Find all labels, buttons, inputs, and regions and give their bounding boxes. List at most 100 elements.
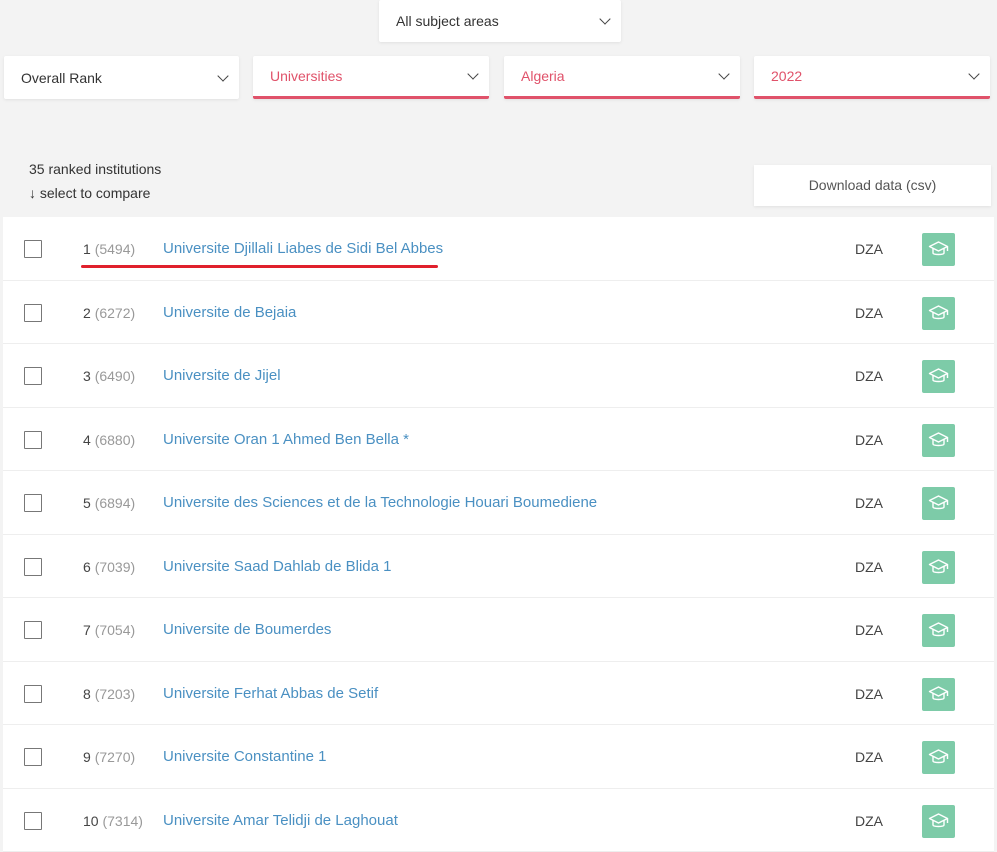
chevron-down-icon [599,13,610,24]
institution-link[interactable]: Universite Djillali Liabes de Sidi Bel A… [163,240,443,257]
world-rank: (7039) [95,559,135,575]
ranking-table: 1 (5494) Universite Djillali Liabes de Si… [3,217,994,852]
rank-number: 2 (6272) [83,305,135,321]
country-code: DZA [855,749,883,765]
profile-button[interactable] [922,805,955,838]
country-code: DZA [855,305,883,321]
world-rank: (7270) [95,749,135,765]
compare-checkbox[interactable] [24,431,42,449]
country-rank: 1 [83,241,91,257]
compare-checkbox[interactable] [24,494,42,512]
compare-checkbox[interactable] [24,304,42,322]
rank-number: 6 (7039) [83,559,135,575]
country-rank: 4 [83,432,91,448]
country-code: DZA [855,432,883,448]
profile-button[interactable] [922,487,955,520]
profile-button[interactable] [922,741,955,774]
compare-checkbox[interactable] [24,558,42,576]
rank-number: 7 (7054) [83,622,135,638]
rank-number: 3 (6490) [83,368,135,384]
institution-link[interactable]: Universite Constantine 1 [163,748,326,765]
graduation-cap-icon [928,621,949,640]
graduation-cap-icon [928,240,949,259]
country-rank: 3 [83,368,91,384]
table-row: 7 (7054) Universite de Boumerdes DZA [3,598,994,662]
profile-button[interactable] [922,424,955,457]
institution-link[interactable]: Universite des Sciences et de la Technol… [163,494,597,511]
country-code: DZA [855,368,883,384]
country-code: DZA [855,241,883,257]
country-code: DZA [855,686,883,702]
world-rank: (5494) [95,241,135,257]
graduation-cap-icon [928,304,949,323]
profile-button[interactable] [922,678,955,711]
year-value: 2022 [771,68,802,84]
compare-checkbox[interactable] [24,240,42,258]
country-select[interactable]: Algeria [504,56,740,99]
profile-button[interactable] [922,614,955,647]
rank-number: 10 (7314) [83,813,143,829]
world-rank: (7203) [95,686,135,702]
institution-link[interactable]: Universite Ferhat Abbas de Setif [163,685,378,702]
institution-link[interactable]: Universite de Boumerdes [163,621,331,638]
compare-checkbox[interactable] [24,621,42,639]
table-row: 10 (7314) Universite Amar Telidji de Lagh… [3,789,994,852]
compare-checkbox[interactable] [24,748,42,766]
institution-link[interactable]: Universite Amar Telidji de Laghouat [163,812,398,829]
country-rank: 10 [83,813,99,829]
subject-area-select[interactable]: All subject areas [379,0,621,42]
table-row: 1 (5494) Universite Djillali Liabes de Si… [3,217,994,281]
table-row: 2 (6272) Universite de Bejaia DZA [3,281,994,345]
country-rank: 2 [83,305,91,321]
year-select[interactable]: 2022 [754,56,990,99]
graduation-cap-icon [928,812,949,831]
world-rank: (7314) [102,813,142,829]
compare-hint: ↓ select to compare [29,185,150,201]
table-row: 4 (6880) Universite Oran 1 Ahmed Ben Bell… [3,408,994,472]
rank-number: 9 (7270) [83,749,135,765]
world-rank: (6490) [95,368,135,384]
profile-button[interactable] [922,360,955,393]
rank-number: 4 (6880) [83,432,135,448]
compare-checkbox[interactable] [24,685,42,703]
country-rank: 6 [83,559,91,575]
profile-button[interactable] [922,297,955,330]
country-code: DZA [855,495,883,511]
country-code: DZA [855,622,883,638]
world-rank: (6894) [95,495,135,511]
ranked-count: 35 ranked institutions [29,161,161,177]
graduation-cap-icon [928,748,949,767]
graduation-cap-icon [928,558,949,577]
rank-type-value: Overall Rank [21,70,102,86]
country-code: DZA [855,559,883,575]
graduation-cap-icon [928,367,949,386]
chevron-down-icon [968,68,979,79]
world-rank: (6880) [95,432,135,448]
table-row: 3 (6490) Universite de Jijel DZA [3,344,994,408]
institution-link[interactable]: Universite Saad Dahlab de Blida 1 [163,558,391,575]
country-rank: 8 [83,686,91,702]
table-row: 9 (7270) Universite Constantine 1 DZA [3,725,994,789]
profile-button[interactable] [922,233,955,266]
graduation-cap-icon [928,431,949,450]
download-csv-button[interactable]: Download data (csv) [754,165,991,206]
institution-type-value: Universities [270,68,342,84]
institution-link[interactable]: Universite de Jijel [163,367,281,384]
chevron-down-icon [467,68,478,79]
rank-number: 5 (6894) [83,495,135,511]
rank-number: 1 (5494) [83,241,135,257]
graduation-cap-icon [928,685,949,704]
compare-checkbox[interactable] [24,812,42,830]
country-value: Algeria [521,68,565,84]
compare-checkbox[interactable] [24,367,42,385]
country-rank: 9 [83,749,91,765]
institution-link[interactable]: Universite de Bejaia [163,304,296,321]
graduation-cap-icon [928,494,949,513]
institution-link[interactable]: Universite Oran 1 Ahmed Ben Bella * [163,431,409,448]
subject-area-value: All subject areas [396,13,499,29]
profile-button[interactable] [922,551,955,584]
rank-type-select[interactable]: Overall Rank [4,56,239,99]
country-rank: 5 [83,495,91,511]
table-row: 8 (7203) Universite Ferhat Abbas de Setif… [3,662,994,726]
institution-type-select[interactable]: Universities [253,56,489,99]
